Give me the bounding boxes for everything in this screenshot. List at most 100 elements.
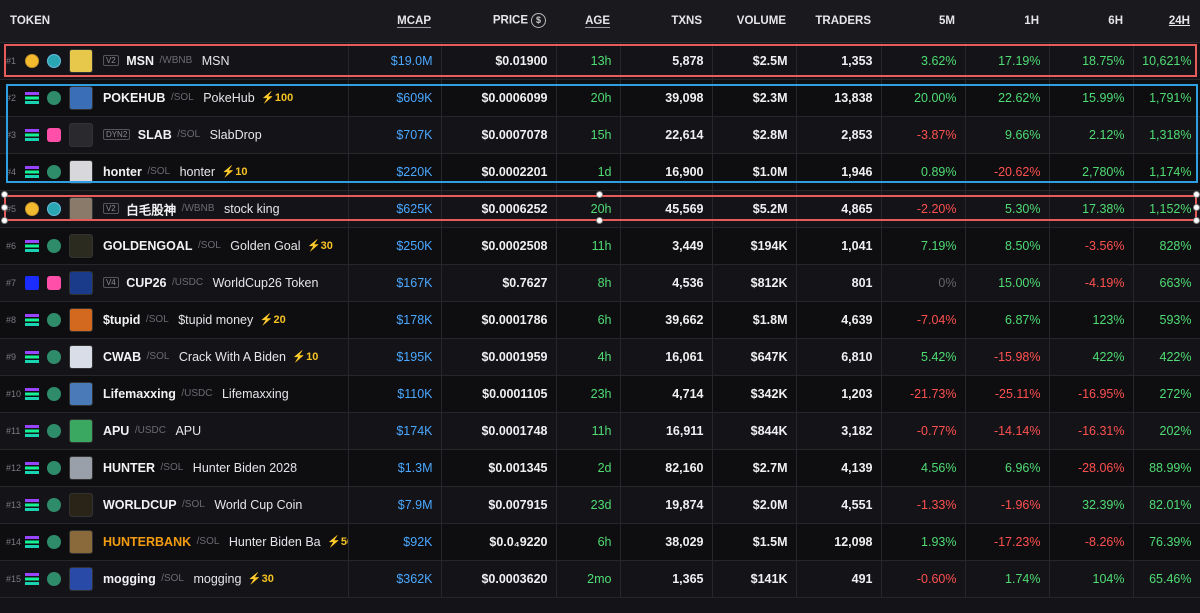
token-symbol[interactable]: $tupid (103, 313, 141, 327)
solana-chain-icon (25, 239, 40, 252)
col-header-1h[interactable]: 1H (965, 0, 1049, 43)
col-header-mcap[interactable]: MCAP (348, 0, 441, 43)
change-24h-cell: 202% (1133, 412, 1200, 450)
boost-badge[interactable]: ⚡20 (260, 314, 286, 326)
col-header-token[interactable]: TOKEN (0, 0, 348, 43)
pool-version-tag: V4 (102, 277, 119, 288)
boost-badge[interactable]: ⚡30 (248, 573, 274, 585)
token-symbol[interactable]: 白毛股神 (126, 203, 176, 217)
boost-badge[interactable]: ⚡500 (327, 536, 347, 548)
token-cell[interactable]: #11 APU /USDC APU (0, 412, 349, 450)
token-cell[interactable]: #7 V4 CUP26 /USDC WorldCup26 Token (0, 264, 349, 302)
table-row[interactable]: #1 V2 MSN /WBNB MSN $19.0M $0.01900 13h … (0, 42, 1200, 80)
col-header-age[interactable]: AGE (556, 0, 620, 43)
token-avatar (69, 529, 94, 554)
dollar-circle-icon[interactable]: $ (531, 13, 546, 29)
quote-pair: /SOL (147, 166, 171, 177)
token-symbol[interactable]: APU (103, 424, 129, 438)
col-header-volume[interactable]: VOLUME (712, 0, 796, 43)
token-cell[interactable]: #13 WORLDCUP /SOL World Cup Coin (0, 486, 349, 524)
solana-chain-icon (25, 424, 40, 437)
volume-cell: $5.2M (712, 190, 797, 228)
pancakeswap-dex-icon (46, 53, 61, 68)
age-cell: 15h (556, 116, 621, 154)
quote-pair: /USDC (172, 277, 204, 288)
table-row[interactable]: #5 V2 白毛股神 /WBNB stock king $625K $0.000… (0, 190, 1200, 228)
token-symbol[interactable]: CWAB (103, 350, 141, 364)
token-symbol[interactable]: POKEHUB (103, 91, 166, 105)
table-row[interactable]: #3 DYN2 SLAB /SOL SlabDrop $707K $0.0007… (0, 116, 1200, 154)
table-row[interactable]: #4 honter /SOL honter ⚡10 $220K $0.00022… (0, 153, 1200, 191)
col-header-price[interactable]: PRICE $ (441, 0, 556, 43)
table-row[interactable]: #8 $tupid /SOL $tupid money ⚡20 $178K $0… (0, 301, 1200, 339)
boost-badge[interactable]: ⚡30 (307, 240, 333, 252)
token-cell[interactable]: #6 GOLDENGOAL /SOL Golden Goal ⚡30 (0, 227, 349, 265)
col-header-6h[interactable]: 6H (1049, 0, 1133, 43)
change-5m-cell: -0.77% (881, 412, 966, 450)
table-row[interactable]: #14 HUNTERBANK /SOL Hunter Biden Ba ⚡500… (0, 523, 1200, 561)
traders-cell: 1,203 (796, 375, 882, 413)
token-symbol[interactable]: Lifemaxxing (103, 387, 176, 401)
col-header-24h[interactable]: 24H (1133, 0, 1200, 43)
token-symbol[interactable]: HUNTERBANK (103, 535, 191, 549)
token-symbol[interactable]: mogging (103, 572, 156, 586)
table-row[interactable]: #13 WORLDCUP /SOL World Cup Coin $7.9M $… (0, 486, 1200, 524)
table-row[interactable]: #2 POKEHUB /SOL PokeHub ⚡100 $609K $0.00… (0, 79, 1200, 117)
table-row[interactable]: #11 APU /USDC APU $174K $0.0001748 11h 1… (0, 412, 1200, 450)
traders-cell: 2,853 (796, 116, 882, 154)
token-symbol[interactable]: GOLDENGOAL (103, 239, 193, 253)
txns-cell: 45,569 (620, 190, 713, 228)
token-cell[interactable]: #4 honter /SOL honter ⚡10 (0, 153, 349, 191)
mcap-cell: $92K (348, 523, 442, 561)
token-cell[interactable]: #14 HUNTERBANK /SOL Hunter Biden Ba ⚡500 (0, 523, 349, 561)
table-row[interactable]: #15 mogging /SOL mogging ⚡30 $362K $0.00… (0, 560, 1200, 598)
change-1h-cell: 5.30% (965, 190, 1050, 228)
change-24h-cell: 1,152% (1133, 190, 1200, 228)
rank-label: #3 (6, 129, 17, 140)
token-cell[interactable]: #10 Lifemaxxing /USDC Lifemaxxing (0, 375, 349, 413)
change-6h-cell: 17.38% (1049, 190, 1134, 228)
change-24h-cell: 88.99% (1133, 449, 1200, 487)
token-cell[interactable]: #2 POKEHUB /SOL PokeHub ⚡100 (0, 79, 349, 117)
boost-badge[interactable]: ⚡10 (292, 351, 318, 363)
token-cell[interactable]: #9 CWAB /SOL Crack With A Biden ⚡10 (0, 338, 349, 376)
pumpswap-dex-icon (46, 386, 61, 401)
token-cell[interactable]: #15 mogging /SOL mogging ⚡30 (0, 560, 349, 598)
price-cell: $0.0006099 (441, 79, 557, 117)
change-1h-cell: -14.14% (965, 412, 1050, 450)
token-symbol[interactable]: MSN (126, 54, 154, 68)
table-row[interactable]: #9 CWAB /SOL Crack With A Biden ⚡10 $195… (0, 338, 1200, 376)
token-symbol[interactable]: CUP26 (126, 276, 166, 290)
token-cell[interactable]: #8 $tupid /SOL $tupid money ⚡20 (0, 301, 349, 339)
change-1h-cell: 9.66% (965, 116, 1050, 154)
col-header-txns[interactable]: TXNS (620, 0, 712, 43)
solana-chain-icon (25, 535, 40, 548)
token-cell[interactable]: #5 V2 白毛股神 /WBNB stock king (0, 190, 349, 228)
table-row[interactable]: #12 HUNTER /SOL Hunter Biden 2028 $1.3M … (0, 449, 1200, 487)
token-avatar (69, 344, 94, 369)
token-cell[interactable]: #12 HUNTER /SOL Hunter Biden 2028 (0, 449, 349, 487)
token-symbol[interactable]: WORLDCUP (103, 498, 177, 512)
token-symbol[interactable]: SLAB (138, 128, 172, 142)
change-6h-cell: 422% (1049, 338, 1134, 376)
token-symbol[interactable]: HUNTER (103, 461, 155, 475)
token-cell[interactable]: #3 DYN2 SLAB /SOL SlabDrop (0, 116, 349, 154)
token-cell[interactable]: #1 V2 MSN /WBNB MSN (0, 42, 349, 80)
age-cell: 2d (556, 449, 621, 487)
token-avatar (69, 159, 94, 184)
price-cell: $0.0002508 (441, 227, 557, 265)
table-row[interactable]: #10 Lifemaxxing /USDC Lifemaxxing $110K … (0, 375, 1200, 413)
boost-badge[interactable]: ⚡100 (261, 92, 293, 104)
txns-cell: 4,536 (620, 264, 713, 302)
table-row[interactable]: #6 GOLDENGOAL /SOL Golden Goal ⚡30 $250K… (0, 227, 1200, 265)
col-header-traders[interactable]: TRADERS (796, 0, 881, 43)
token-symbol[interactable]: honter (103, 165, 142, 179)
boost-badge[interactable]: ⚡10 (222, 166, 248, 178)
token-name: WorldCup26 Token (212, 275, 319, 290)
rank-label: #15 (6, 573, 22, 584)
txns-cell: 16,061 (620, 338, 713, 376)
txns-cell: 5,878 (620, 42, 713, 80)
table-row[interactable]: #7 V4 CUP26 /USDC WorldCup26 Token $167K… (0, 264, 1200, 302)
col-header-5m[interactable]: 5M (881, 0, 965, 43)
pumpswap-dex-icon (46, 497, 61, 512)
